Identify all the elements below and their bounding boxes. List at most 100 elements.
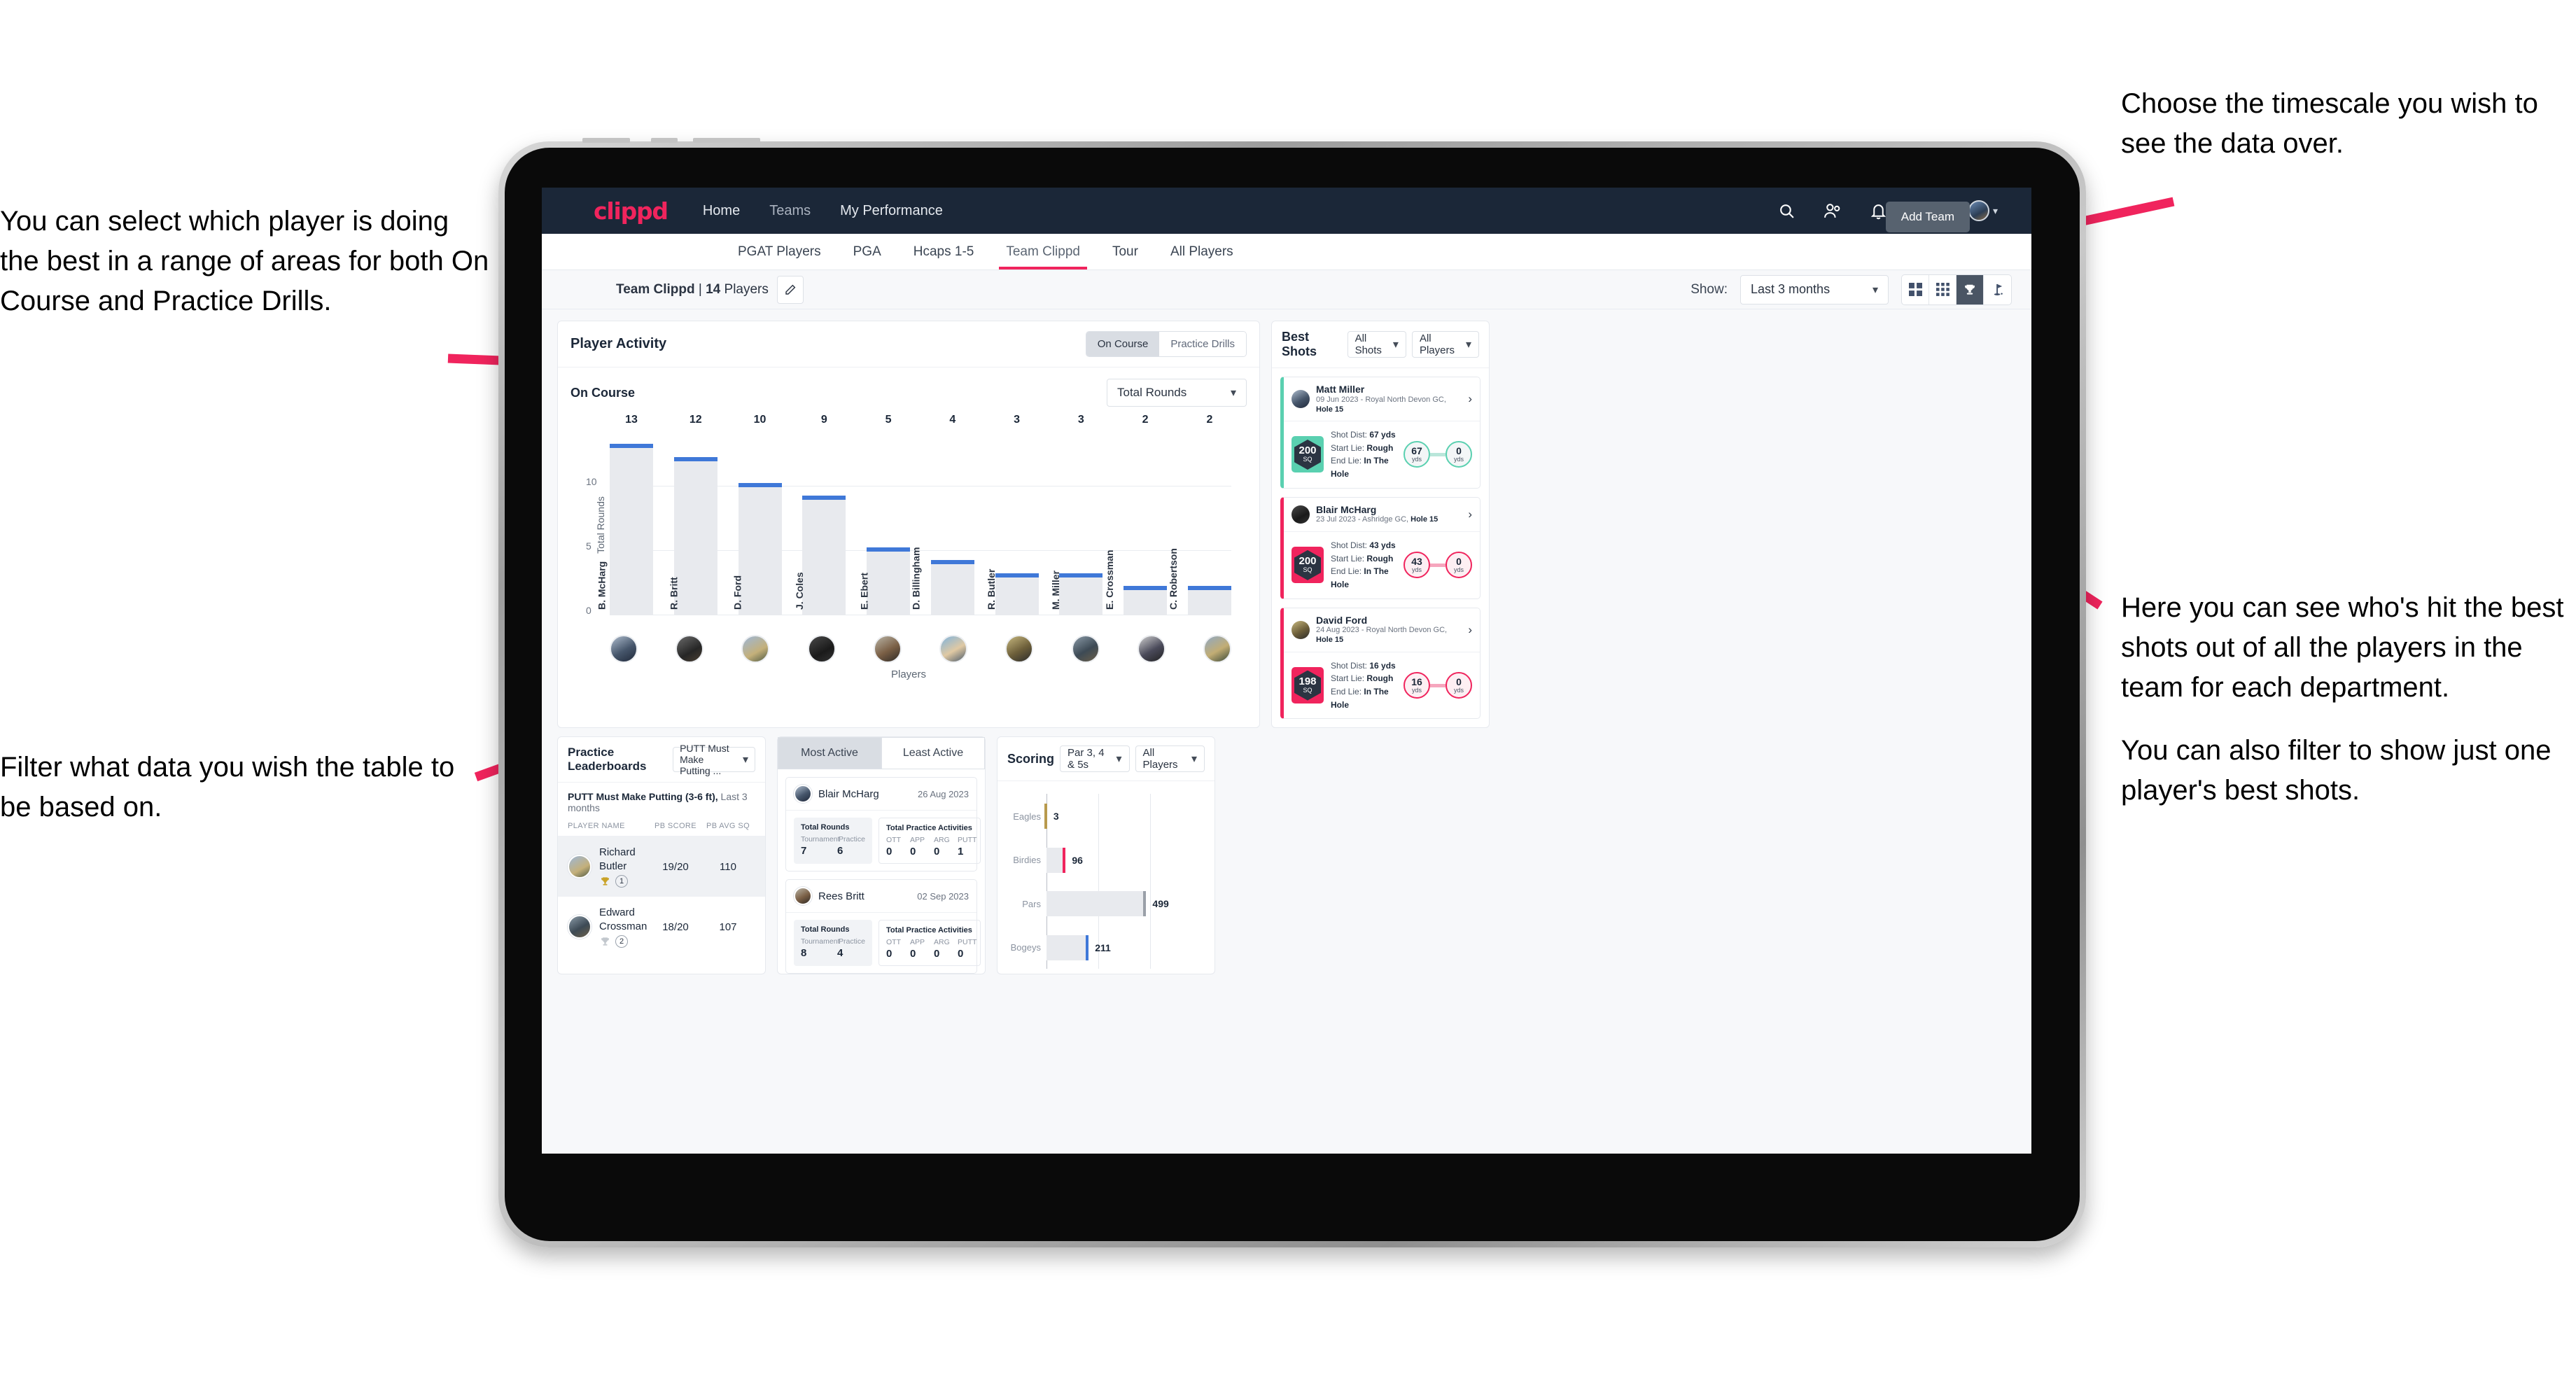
practice-leaderboards-title: Practice Leaderboards [568, 746, 647, 774]
chart-bar-group[interactable]: R. Britt 12 [668, 414, 718, 615]
scoring-bar-row[interactable]: Pars 499 [1022, 891, 1203, 917]
hexagon-icon: 198 SQ [1294, 670, 1321, 701]
tab-team-clippd[interactable]: Team Clippd [999, 234, 1087, 270]
start-lie-line: Start Lie: Rough [1331, 442, 1396, 455]
view-toggle-flag[interactable] [1984, 275, 2011, 304]
leaderboard-player-name: Richard Butler [599, 846, 636, 872]
search-icon[interactable] [1778, 202, 1795, 220]
best-shot-header: Blair McHarg 23 Jul 2023 - Ashridge GC, H… [1284, 498, 1480, 533]
best-shot-hole: Hole 15 [1410, 515, 1438, 524]
chevron-right-icon[interactable]: › [1468, 507, 1472, 522]
segment-on-course[interactable]: On Course [1086, 332, 1160, 356]
segment-practice-drills[interactable]: Practice Drills [1159, 332, 1246, 356]
team-player-count: 14 [706, 281, 721, 297]
view-toggle-trophy[interactable] [1956, 274, 1984, 304]
player-avatar[interactable] [939, 635, 968, 663]
nav-link-my-performance[interactable]: My Performance [840, 203, 943, 219]
best-shot-body: 200 SQ Shot Dist: 43 yds Start Lie: Rough En… [1284, 532, 1480, 598]
chart-bar-value: 4 [949, 414, 956, 426]
chart-bar-group[interactable]: C. Robertson 2 [1168, 414, 1231, 615]
chart-y-tick: 0 [586, 605, 592, 616]
clippd-logo[interactable]: clippd [594, 197, 668, 225]
tab-tour[interactable]: Tour [1110, 234, 1141, 270]
best-shot-card[interactable]: David Ford 24 Aug 2023 - Royal North Devo… [1280, 607, 1480, 720]
bell-icon[interactable] [1870, 202, 1886, 220]
chart-bar-group[interactable]: M. Miller 3 [1050, 414, 1103, 615]
view-toggle-grid-3x3[interactable] [1929, 274, 1956, 304]
chart-bar-group[interactable]: B. McHarg 13 [596, 414, 653, 615]
end-lie-label: End Lie: [1331, 566, 1364, 577]
best-shots-player-filter[interactable]: All Players ▾ [1411, 331, 1479, 358]
nav-link-home[interactable]: Home [703, 203, 740, 219]
tab-all-players[interactable]: All Players [1168, 234, 1236, 270]
tab-pgat-players[interactable]: PGAT Players [735, 234, 824, 270]
total-rounds-title: Total Rounds [801, 823, 850, 832]
player-avatar[interactable] [676, 635, 704, 663]
tab-pga[interactable]: PGA [850, 234, 884, 270]
activity-player-card[interactable]: Blair McHarg 26 Aug 2023 Total Rounds Tourn… [785, 777, 981, 872]
tab-most-active[interactable]: Most Active [778, 737, 881, 770]
chevron-right-icon[interactable]: › [1468, 392, 1472, 406]
nav-link-teams[interactable]: Teams [769, 203, 811, 219]
avatar [794, 785, 812, 804]
chart-bar-category-label: E. Crossman [1104, 550, 1116, 610]
chart-bar-cap [738, 482, 782, 487]
tab-least-active[interactable]: Least Active [881, 737, 985, 770]
header-putt: PUTT [958, 836, 977, 845]
scoring-par-filter[interactable]: Par 3, 4 & 5s ▾ [1060, 746, 1130, 773]
tab-hcaps-1-5[interactable]: Hcaps 1-5 [911, 234, 977, 270]
scoring-bar-row[interactable]: Bogeys 211 [1011, 934, 1203, 960]
player-avatar-row [610, 635, 1231, 663]
player-avatar[interactable] [873, 635, 902, 663]
activity-tabs: Most Active Least Active [778, 737, 985, 770]
best-shots-player-filter-value: All Players [1419, 332, 1455, 356]
best-shots-shot-filter[interactable]: All Shots ▾ [1347, 331, 1406, 358]
player-avatar[interactable] [741, 635, 770, 663]
trophy-icon [601, 877, 609, 886]
player-avatar[interactable] [1071, 635, 1100, 663]
column-player-name: PLAYER NAME [568, 822, 625, 831]
chart-bar-group[interactable]: E. Ebert 5 [859, 414, 911, 615]
best-shot-date-course: 23 Jul 2023 - Ashridge GC, [1316, 515, 1411, 524]
shot-from-circle: 16 yds [1404, 672, 1430, 699]
scoring-bar-row[interactable]: Birdies 96 [1013, 847, 1203, 873]
edit-team-button[interactable] [776, 275, 804, 304]
people-icon[interactable] [1823, 202, 1842, 220]
flag-icon [1994, 284, 2003, 295]
best-shot-details: Shot Dist: 16 yds Start Lie: Rough End Lie… [1331, 659, 1396, 711]
timescale-select[interactable]: Last 3 months ▾ [1740, 274, 1889, 304]
table-row[interactable]: Richard Butler 1 19/20 110 [558, 836, 765, 897]
chart-bar-group[interactable]: D. Billingham 4 [910, 414, 974, 615]
player-activity-chart: Total Rounds 0 5 10 B. McHarg 13 R. Britt 12 D.… [576, 414, 1231, 631]
table-row[interactable]: Edward Crossman 2 18/20 107 [558, 897, 765, 957]
scoring-player-filter[interactable]: All Players ▾ [1135, 746, 1205, 773]
shot-quality-badge: 198 SQ [1292, 667, 1324, 704]
player-avatar[interactable] [610, 635, 638, 663]
shot-distance-diagram: 67 yds 0 yds [1404, 441, 1472, 468]
best-shot-card[interactable]: Blair McHarg 23 Jul 2023 - Ashridge GC, H… [1280, 496, 1480, 599]
player-avatar[interactable] [1137, 635, 1166, 663]
scoring-bar-row[interactable]: Eagles 3 [1013, 804, 1203, 830]
player-avatar[interactable] [1005, 635, 1034, 663]
best-shot-card[interactable]: Matt Miller 09 Jun 2023 - Royal North Dev… [1280, 377, 1480, 489]
shot-quality-badge: 200 SQ [1292, 547, 1324, 584]
chart-bar-group[interactable]: D. Ford 10 [732, 414, 782, 615]
chart-bar-cap [1124, 586, 1168, 591]
activity-card-header: Blair McHarg 26 Aug 2023 [786, 778, 976, 811]
chevron-right-icon[interactable]: › [1468, 623, 1472, 637]
chart-bar-group[interactable]: J. Coles 9 [794, 414, 846, 615]
chevron-down-icon: ▾ [1392, 339, 1399, 351]
chart-bar-group[interactable]: E. Crossman 2 [1104, 414, 1168, 615]
add-team-button[interactable]: Add Team [1885, 202, 1970, 232]
chart-bar-group[interactable]: R. Butler 3 [985, 414, 1039, 615]
chart-bar: D. Billingham [910, 547, 974, 615]
chart-bar-value: 13 [625, 414, 638, 426]
player-avatar[interactable] [807, 635, 836, 663]
metric-select[interactable]: Total Rounds ▾ [1107, 379, 1247, 407]
avatar[interactable]: ▾ [1968, 200, 1998, 221]
view-toggle-grid-2x2[interactable] [1902, 274, 1929, 304]
activity-player-card[interactable]: Rees Britt 02 Sep 2023 Total Rounds Tournam… [785, 879, 981, 974]
scoring-category-label: Birdies [1013, 855, 1041, 866]
player-avatar[interactable] [1203, 635, 1231, 663]
drill-select[interactable]: PUTT Must Make Putting ... ▾ [673, 743, 755, 776]
